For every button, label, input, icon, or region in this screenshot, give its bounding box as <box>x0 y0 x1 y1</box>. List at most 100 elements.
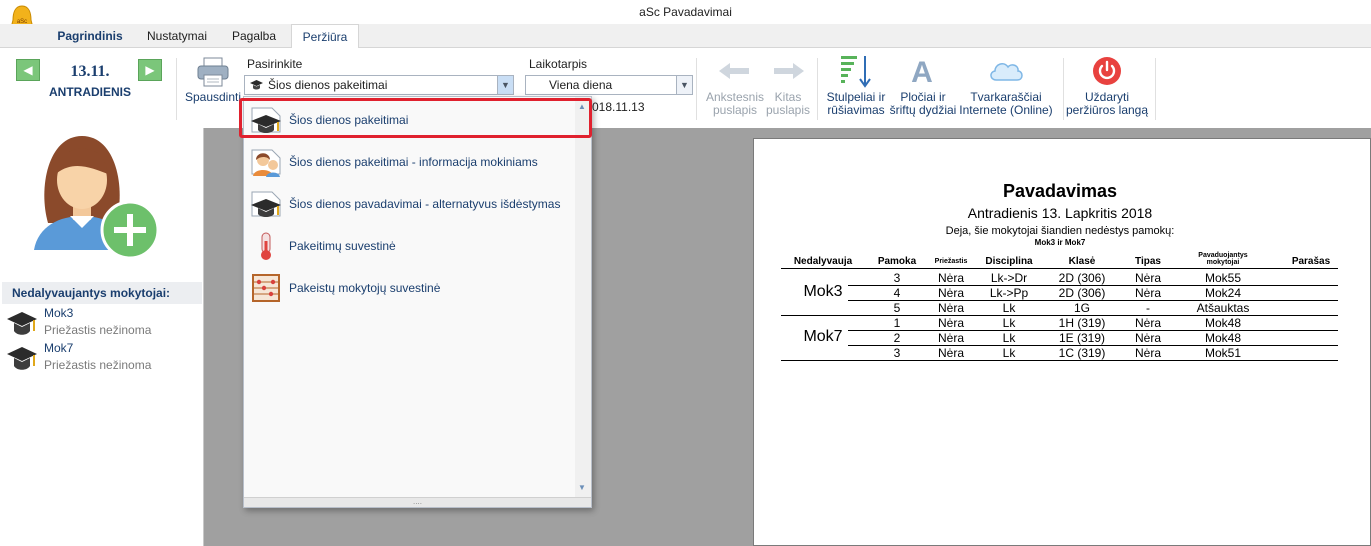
table-cell: Nėra <box>937 316 964 330</box>
close-label-2: peržiūros langą <box>1065 103 1149 117</box>
ribbon-separator <box>817 58 818 120</box>
table-cell: Lk <box>1002 301 1016 315</box>
cloud-icon[interactable] <box>987 58 1025 84</box>
report-type-dropdown[interactable]: Šios dienos pakeitimai Šios dienos pakei… <box>243 96 592 508</box>
graduation-cap-icon <box>251 191 281 217</box>
widths-fonts-button[interactable]: Pločiai ir šriftų dydžiai <box>884 91 962 117</box>
arrow-right-icon: ▶ <box>145 63 155 77</box>
table-cell: Atšauktas <box>1196 301 1250 315</box>
thermometer-icon <box>261 232 271 260</box>
sort-columns-icon[interactable] <box>839 54 873 88</box>
title-bar: aSc aSc Pavadavimai <box>0 0 1371 34</box>
dropdown-item-label: Šios dienos pakeitimai - informacija mok… <box>289 155 538 169</box>
dropdown-item-pakeistu-mokytoju-suvestine[interactable]: Pakeistų mokytojų suvestinė <box>246 267 576 309</box>
arrow-right-icon <box>774 63 804 79</box>
dropdown-item-label: Šios dienos pavadavimai - alternatyvus i… <box>289 197 561 211</box>
close-preview-button[interactable]: Uždaryti peržiūros langą <box>1060 91 1154 117</box>
table-cell: 2D (306) <box>1058 271 1106 285</box>
print-button-label[interactable]: Spausdinti <box>184 91 242 104</box>
tab-nustatymai[interactable]: Nustatymai <box>137 24 217 48</box>
table-cell: 3 <box>893 271 901 285</box>
table-cell: 1H (319) <box>1058 316 1106 330</box>
columns-label-2: rūšiavimas <box>827 103 885 117</box>
online-label-2: Internete (Online) <box>959 103 1053 117</box>
absent-teachers-header: Nedalyvaujantys mokytojai: <box>2 282 202 304</box>
table-cell: Nėra <box>1134 271 1161 285</box>
graduation-cap-icon <box>250 80 263 90</box>
table-cell: - <box>1146 301 1150 315</box>
teacher-reason: Priežastis nežinoma <box>44 358 152 372</box>
table-cell: Lk <box>1002 346 1016 360</box>
dropdown-item-pakeitimu-suvestine[interactable]: Pakeitimų suvestinė <box>246 225 576 267</box>
ribbon-toolbar: ◀ 13.11. ▶ ANTRADIENIS Spausdinti Pasiri… <box>0 48 1371 128</box>
table-cell: 2D (306) <box>1058 286 1106 300</box>
table-cell: Nėra <box>937 286 964 300</box>
report-type-select[interactable]: Šios dienos pakeitimai ▼ <box>244 75 514 95</box>
table-cell: Lk <box>1002 331 1016 345</box>
prev-day-button[interactable]: ◀ <box>16 59 40 81</box>
table-cell: Nėra <box>937 271 964 285</box>
tab-pagalba[interactable]: Pagalba <box>222 24 286 48</box>
table-cell: 1E (319) <box>1058 331 1106 345</box>
table-cell: 1C (319) <box>1058 346 1106 360</box>
font-size-icon[interactable]: A <box>907 56 937 86</box>
table-cell: 2 <box>893 331 901 345</box>
table-group-line <box>781 360 1338 361</box>
preview-page: Pavadavimas Antradienis 13. Lapkritis 20… <box>753 138 1371 546</box>
table-cell: Mok24 <box>1204 286 1242 300</box>
dropdown-item-label: Pakeistų mokytojų suvestinė <box>289 281 441 295</box>
dropdown-item-alternatyvus-isdestymas[interactable]: Šios dienos pavadavimai - alternatyvus i… <box>246 183 576 225</box>
col-header: Tipas <box>1135 256 1161 267</box>
table-cell: Mok48 <box>1204 316 1242 330</box>
arrow-left-icon: ◀ <box>23 63 33 77</box>
add-teacher-avatar-icon[interactable] <box>30 128 165 263</box>
absent-teacher-item[interactable]: Mok3 Priežastis nežinoma <box>4 305 200 339</box>
absent-teacher-cell: Mok7 <box>803 327 843 345</box>
chevron-down-icon[interactable]: ▼ <box>497 76 513 94</box>
date-day: 13.11. <box>70 63 110 80</box>
period-select[interactable]: Viena diena ▼ <box>525 75 693 95</box>
dropdown-item-informacija-mokiniams[interactable]: Šios dienos pakeitimai - informacija mok… <box>246 141 576 183</box>
teacher-name: Mok3 <box>44 306 74 320</box>
ribbon-separator <box>696 58 697 120</box>
columns-sort-button[interactable]: Stulpeliai ir rūšiavimas <box>822 91 890 117</box>
col-header: Pavaduojantys mokytojai <box>1198 252 1248 266</box>
table-cell: 1G <box>1073 301 1090 315</box>
power-icon[interactable] <box>1092 56 1122 86</box>
ribbon-separator <box>176 58 177 120</box>
next-page-button: Kitas puslapis <box>760 91 816 117</box>
col-header: Priežastis <box>934 258 968 265</box>
table-cell: Nėra <box>937 346 964 360</box>
widths-label-2: šriftų dydžiai <box>889 103 957 117</box>
abacus-icon <box>252 274 280 302</box>
table-cell: 3 <box>893 346 901 360</box>
window-title: aSc Pavadavimai <box>639 5 732 19</box>
dropdown-resize-grip[interactable]: .... <box>244 497 591 507</box>
next-page-label-2: puslapis <box>765 103 811 117</box>
tab-perziura[interactable]: Peržiūra <box>291 24 359 49</box>
scroll-down-icon[interactable]: ▼ <box>578 483 586 492</box>
table-cell: Nėra <box>937 301 964 315</box>
online-timetables-button[interactable]: Tvarkaraščiai Internete (Online) <box>955 91 1057 117</box>
printer-icon[interactable] <box>196 56 230 88</box>
period-date: 018.11.13 <box>592 100 645 114</box>
absent-teacher-cell: Mok3 <box>803 282 843 300</box>
table-cell: Nėra <box>1134 316 1161 330</box>
laikotarpis-label: Laikotarpis <box>529 57 588 71</box>
absent-teacher-item[interactable]: Mok7 Priežastis nežinoma <box>4 340 200 374</box>
next-day-button[interactable]: ▶ <box>138 59 162 81</box>
tab-pagrindinis[interactable]: Pagrindinis <box>48 24 132 48</box>
table-cell: 1 <box>893 316 901 330</box>
students-icon <box>251 149 281 177</box>
dropdown-item-label: Pakeitimų suvestinė <box>289 239 396 253</box>
chevron-down-icon[interactable]: ▼ <box>676 76 692 94</box>
col-header: Parašas <box>1291 256 1331 267</box>
dropdown-scrollbar[interactable]: ▲ ▼ <box>575 97 591 497</box>
doc-note: Deja, šie mokytojai šiandien nedėstys pa… <box>945 225 1175 237</box>
table-cell: 4 <box>893 286 901 300</box>
ribbon-tabs: Pagrindinis Nustatymai Pagalba Peržiūra <box>0 24 1371 49</box>
arrow-left-icon <box>719 63 749 79</box>
teacher-name: Mok7 <box>44 341 74 355</box>
svg-text:A: A <box>911 56 933 86</box>
table-header-line <box>781 268 1338 269</box>
